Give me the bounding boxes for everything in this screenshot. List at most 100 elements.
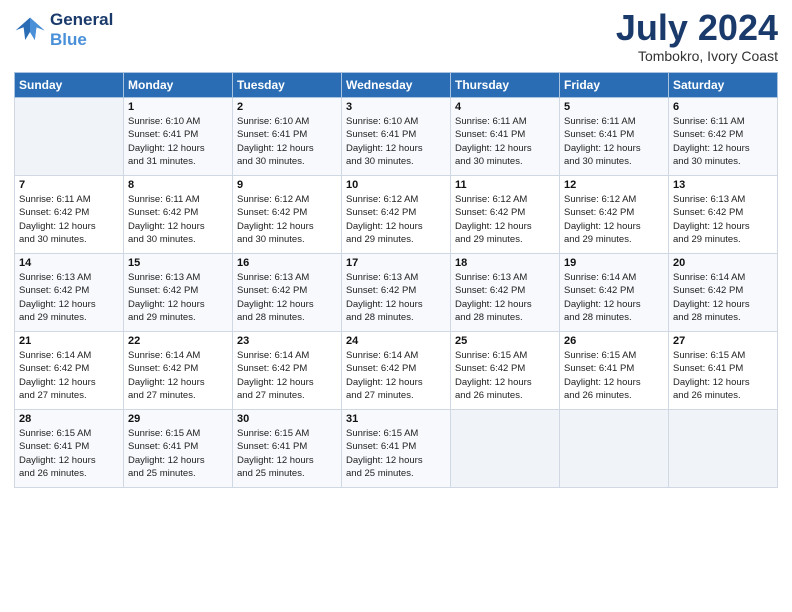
- calendar-cell: 3Sunrise: 6:10 AMSunset: 6:41 PMDaylight…: [342, 98, 451, 176]
- calendar-cell: 28 Sunrise: 6:15 AMSunset: 6:41 PMDayligh…: [15, 410, 124, 488]
- day-info: Sunrise: 6:15 AMSunset: 6:41 PMDaylight:…: [128, 427, 228, 480]
- day-number: 28: [19, 413, 119, 425]
- day-info: Sunrise: 6:14 AMSunset: 6:42 PMDaylight:…: [128, 349, 228, 402]
- day-number: 2: [237, 101, 337, 113]
- day-info: Sunrise: 6:13 AMSunset: 6:42 PMDaylight:…: [455, 271, 555, 324]
- day-number: 29: [128, 413, 228, 425]
- calendar-cell: 11Sunrise: 6:12 AMSunset: 6:42 PMDayligh…: [451, 176, 560, 254]
- day-number: 11: [455, 179, 555, 191]
- calendar-cell: 7 Sunrise: 6:11 AMSunset: 6:42 PMDaylight…: [15, 176, 124, 254]
- calendar-cell: 31 Sunrise: 6:15 AMSunset: 6:41 PMDayligh…: [342, 410, 451, 488]
- day-info: Sunrise: 6:15 AMSunset: 6:41 PMDaylight:…: [564, 349, 664, 402]
- calendar-cell: 23 Sunrise: 6:14 AMSunset: 6:42 PMDayligh…: [233, 332, 342, 410]
- calendar-cell: 9Sunrise: 6:12 AMSunset: 6:42 PMDaylight…: [233, 176, 342, 254]
- day-info: Sunrise: 6:10 AMSunset: 6:41 PMDaylight:…: [346, 115, 446, 168]
- day-number: 15: [128, 257, 228, 269]
- weekday-header-friday: Friday: [560, 73, 669, 98]
- day-info: Sunrise: 6:14 AMSunset: 6:42 PMDaylight:…: [237, 349, 337, 402]
- week-row-5: 28 Sunrise: 6:15 AMSunset: 6:41 PMDayligh…: [15, 410, 778, 488]
- calendar-cell: 1 Sunrise: 6:10 AMSunset: 6:41 PMDaylight…: [124, 98, 233, 176]
- day-info: Sunrise: 6:10 AMSunset: 6:41 PMDaylight:…: [237, 115, 337, 168]
- day-number: 23: [237, 335, 337, 347]
- day-info: Sunrise: 6:13 AMSunset: 6:42 PMDaylight:…: [237, 271, 337, 324]
- day-number: 20: [673, 257, 773, 269]
- calendar-cell: 14Sunrise: 6:13 AMSunset: 6:42 PMDayligh…: [15, 254, 124, 332]
- day-number: 6: [673, 101, 773, 113]
- calendar-cell: 5Sunrise: 6:11 AMSunset: 6:41 PMDaylight…: [560, 98, 669, 176]
- day-info: Sunrise: 6:14 AMSunset: 6:42 PMDaylight:…: [564, 271, 664, 324]
- day-number: 17: [346, 257, 446, 269]
- day-number: 9: [237, 179, 337, 191]
- weekday-header-sunday: Sunday: [15, 73, 124, 98]
- calendar-cell: 15 Sunrise: 6:13 AMSunset: 6:42 PMDayligh…: [124, 254, 233, 332]
- logo-text: General Blue: [50, 10, 113, 50]
- day-number: 7: [19, 179, 119, 191]
- calendar-cell: 16 Sunrise: 6:13 AMSunset: 6:42 PMDayligh…: [233, 254, 342, 332]
- calendar-cell: 13Sunrise: 6:13 AMSunset: 6:42 PMDayligh…: [669, 176, 778, 254]
- week-row-3: 14 Sunrise: 6:13 AMSunset: 6:42 PMDayligh…: [15, 254, 778, 332]
- day-number: 1: [128, 101, 228, 113]
- day-info: Sunrise: 6:13 AMSunset: 6:42 PMDaylight:…: [346, 271, 446, 324]
- calendar-cell: 12Sunrise: 6:12 AMSunset: 6:42 PMDayligh…: [560, 176, 669, 254]
- day-info: Sunrise: 6:10 AMSunset: 6:41 PMDaylight:…: [128, 115, 228, 168]
- calendar-cell: [451, 410, 560, 488]
- day-info: Sunrise: 6:11 AMSunset: 6:41 PMDaylight:…: [564, 115, 664, 168]
- calendar-cell: 4 Sunrise: 6:11 AMSunset: 6:41 PMDaylight…: [451, 98, 560, 176]
- weekday-header-saturday: Saturday: [669, 73, 778, 98]
- weekday-header-row: SundayMondayTuesdayWednesdayThursdayFrid…: [15, 73, 778, 98]
- calendar-cell: 25 Sunrise: 6:15 AMSunset: 6:42 PMDayligh…: [451, 332, 560, 410]
- day-number: 10: [346, 179, 446, 191]
- day-info: Sunrise: 6:13 AMSunset: 6:42 PMDaylight:…: [128, 271, 228, 324]
- day-number: 27: [673, 335, 773, 347]
- day-info: Sunrise: 6:15 AMSunset: 6:42 PMDaylight:…: [455, 349, 555, 402]
- location: Tombokro, Ivory Coast: [616, 48, 778, 64]
- day-number: 21: [19, 335, 119, 347]
- weekday-header-tuesday: Tuesday: [233, 73, 342, 98]
- calendar-container: General Blue July 2024 Tombokro, Ivory C…: [0, 0, 792, 612]
- day-info: Sunrise: 6:14 AMSunset: 6:42 PMDaylight:…: [346, 349, 446, 402]
- calendar-cell: 21Sunrise: 6:14 AMSunset: 6:42 PMDayligh…: [15, 332, 124, 410]
- day-number: 31: [346, 413, 446, 425]
- calendar-cell: 27 Sunrise: 6:15 AMSunset: 6:41 PMDayligh…: [669, 332, 778, 410]
- day-number: 24: [346, 335, 446, 347]
- day-info: Sunrise: 6:11 AMSunset: 6:42 PMDaylight:…: [19, 193, 119, 246]
- calendar-cell: 10Sunrise: 6:12 AMSunset: 6:42 PMDayligh…: [342, 176, 451, 254]
- calendar-cell: 20 Sunrise: 6:14 AMSunset: 6:42 PMDayligh…: [669, 254, 778, 332]
- calendar-cell: 26 Sunrise: 6:15 AMSunset: 6:41 PMDayligh…: [560, 332, 669, 410]
- calendar-table: SundayMondayTuesdayWednesdayThursdayFrid…: [14, 72, 778, 488]
- day-info: Sunrise: 6:13 AMSunset: 6:42 PMDaylight:…: [673, 193, 773, 246]
- day-info: Sunrise: 6:11 AMSunset: 6:41 PMDaylight:…: [455, 115, 555, 168]
- day-number: 19: [564, 257, 664, 269]
- day-info: Sunrise: 6:15 AMSunset: 6:41 PMDaylight:…: [346, 427, 446, 480]
- day-number: 18: [455, 257, 555, 269]
- day-number: 14: [19, 257, 119, 269]
- calendar-cell: 6 Sunrise: 6:11 AMSunset: 6:42 PMDaylight…: [669, 98, 778, 176]
- calendar-cell: [669, 410, 778, 488]
- day-number: 8: [128, 179, 228, 191]
- weekday-header-wednesday: Wednesday: [342, 73, 451, 98]
- calendar-cell: 24 Sunrise: 6:14 AMSunset: 6:42 PMDayligh…: [342, 332, 451, 410]
- header: General Blue July 2024 Tombokro, Ivory C…: [14, 10, 778, 64]
- day-info: Sunrise: 6:15 AMSunset: 6:41 PMDaylight:…: [673, 349, 773, 402]
- calendar-cell: 2 Sunrise: 6:10 AMSunset: 6:41 PMDaylight…: [233, 98, 342, 176]
- calendar-cell: [15, 98, 124, 176]
- week-row-4: 21 Sunrise: 6:14 AMSunset: 6:42 PMDayligh…: [15, 332, 778, 410]
- day-number: 12: [564, 179, 664, 191]
- calendar-cell: 8Sunrise: 6:11 AMSunset: 6:42 PMDaylight…: [124, 176, 233, 254]
- day-number: 30: [237, 413, 337, 425]
- week-row-1: 1 Sunrise: 6:10 AMSunset: 6:41 PMDaylight…: [15, 98, 778, 176]
- calendar-cell: 29 Sunrise: 6:15 AMSunset: 6:41 PMDayligh…: [124, 410, 233, 488]
- weekday-header-thursday: Thursday: [451, 73, 560, 98]
- day-info: Sunrise: 6:11 AMSunset: 6:42 PMDaylight:…: [673, 115, 773, 168]
- calendar-cell: 22 Sunrise: 6:14 AMSunset: 6:42 PMDayligh…: [124, 332, 233, 410]
- day-info: Sunrise: 6:15 AMSunset: 6:41 PMDaylight:…: [19, 427, 119, 480]
- day-number: 26: [564, 335, 664, 347]
- logo: General Blue: [14, 10, 113, 50]
- day-number: 16: [237, 257, 337, 269]
- day-number: 25: [455, 335, 555, 347]
- title-block: July 2024 Tombokro, Ivory Coast: [616, 10, 778, 64]
- day-number: 4: [455, 101, 555, 113]
- day-number: 22: [128, 335, 228, 347]
- weekday-header-monday: Monday: [124, 73, 233, 98]
- day-info: Sunrise: 6:14 AMSunset: 6:42 PMDaylight:…: [673, 271, 773, 324]
